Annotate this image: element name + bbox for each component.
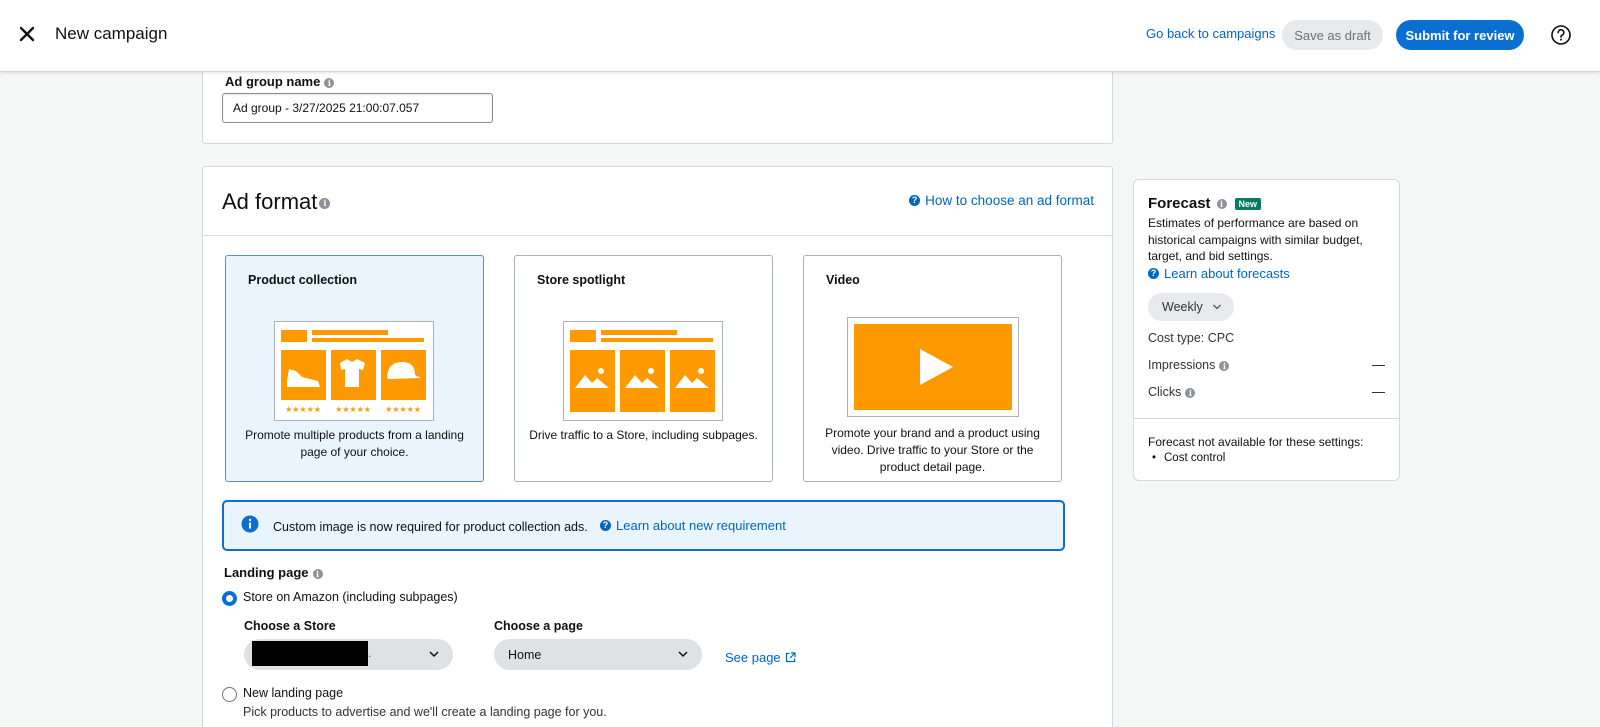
tile-title: Store spotlight <box>537 273 626 287</box>
store-select[interactable]: . <box>244 639 453 670</box>
question-icon: ? <box>1148 268 1159 279</box>
not-available-item: Cost control <box>1152 452 1225 464</box>
info-circle-icon <box>241 515 259 533</box>
info-icon[interactable]: i <box>324 77 335 88</box>
tile-store-spotlight[interactable]: Store spotlight Drive traffic to a Store… <box>514 255 773 482</box>
chevron-down-icon <box>429 651 439 658</box>
tile-description: Promote multiple products from a landing… <box>245 428 464 459</box>
radio-store-on-amazon[interactable] <box>222 591 237 606</box>
svg-text:★★★★★: ★★★★★ <box>285 405 321 414</box>
divider <box>1134 418 1399 419</box>
cost-type: Cost type: CPC <box>1148 331 1235 345</box>
video-illustration <box>847 317 1019 417</box>
choose-store-label: Choose a Store <box>244 619 336 633</box>
new-badge: New <box>1234 197 1262 210</box>
store-spotlight-illustration <box>563 321 723 421</box>
learn-requirement-link[interactable]: ? Learn about new requirement <box>600 518 786 533</box>
notice-text: Custom image is now required for product… <box>273 520 588 534</box>
forecast-card: Forecast i New Estimates of performance … <box>1133 179 1400 481</box>
custom-image-notice: Custom image is now required for product… <box>222 500 1065 551</box>
impressions-label: Impressions i <box>1148 358 1230 372</box>
clicks-label: Clicks i <box>1148 385 1196 399</box>
page-select-value: Home <box>508 647 542 662</box>
help-icon[interactable] <box>1550 24 1572 46</box>
info-icon[interactable]: i <box>1185 387 1196 398</box>
ad-group-card: Ad group name i <box>202 60 1113 144</box>
info-icon[interactable]: i <box>319 197 331 209</box>
forecast-not-available: Forecast not available for these setting… <box>1148 435 1364 449</box>
ad-format-title: Ad format i <box>222 189 331 215</box>
forecast-title: Forecast i New <box>1148 195 1262 212</box>
tile-description: Drive traffic to a Store, including subp… <box>529 428 758 442</box>
tile-title: Video <box>826 273 860 287</box>
radio-new-landing-page[interactable] <box>222 687 237 702</box>
how-to-choose-link[interactable]: ? How to choose an ad format <box>909 193 1094 208</box>
ad-group-label: Ad group name i <box>225 74 335 89</box>
info-icon[interactable]: i <box>1216 198 1227 209</box>
ad-group-name-input[interactable] <box>222 93 493 123</box>
page-select[interactable]: Home <box>494 639 702 670</box>
redacted-block <box>252 641 368 666</box>
ad-format-card: Ad format i ? How to choose an ad format … <box>202 166 1113 727</box>
chevron-down-icon <box>678 651 688 658</box>
top-bar: New campaign Go back to campaigns Save a… <box>0 0 1600 72</box>
divider <box>203 235 1112 236</box>
radio-description-new: Pick products to advertise and we'll cre… <box>243 705 607 719</box>
store-value-tail: . <box>368 646 372 660</box>
clicks-value: — <box>1372 384 1385 399</box>
choose-page-label: Choose a page <box>494 619 583 633</box>
forecast-description: Estimates of performance are based on hi… <box>1148 216 1363 263</box>
info-icon[interactable]: i <box>1219 360 1230 371</box>
submit-review-button[interactable]: Submit for review <box>1396 20 1524 50</box>
tile-title: Product collection <box>248 273 358 287</box>
radio-label-new[interactable]: New landing page <box>243 686 343 700</box>
see-page-link[interactable]: See page <box>725 650 796 665</box>
tile-product-collection[interactable]: Product collection ★★★★★ ★★★★★ ★★★★★ Pro… <box>225 255 484 482</box>
tile-description: Promote your brand and a product using v… <box>825 426 1040 474</box>
period-select[interactable]: Weekly <box>1148 293 1234 321</box>
tile-video[interactable]: Video Promote your brand and a product u… <box>803 255 1062 482</box>
landing-page-label: Landing page i <box>224 565 323 580</box>
page-title: New campaign <box>55 24 168 43</box>
question-icon: ? <box>600 520 611 531</box>
product-collection-illustration: ★★★★★ ★★★★★ ★★★★★ <box>274 321 434 421</box>
svg-text:★★★★★: ★★★★★ <box>385 405 421 414</box>
learn-forecasts-link[interactable]: ? Learn about forecasts <box>1148 266 1290 281</box>
question-icon: ? <box>909 195 921 206</box>
info-icon[interactable]: i <box>312 568 323 579</box>
go-back-link[interactable]: Go back to campaigns <box>1146 26 1275 41</box>
impressions-value: — <box>1372 357 1385 372</box>
save-draft-button[interactable]: Save as draft <box>1282 20 1383 50</box>
external-link-icon <box>785 652 796 663</box>
svg-text:★★★★★: ★★★★★ <box>335 405 371 414</box>
close-icon[interactable] <box>16 23 38 45</box>
radio-label-store[interactable]: Store on Amazon (including subpages) <box>243 590 458 604</box>
chevron-down-icon <box>1213 304 1221 310</box>
